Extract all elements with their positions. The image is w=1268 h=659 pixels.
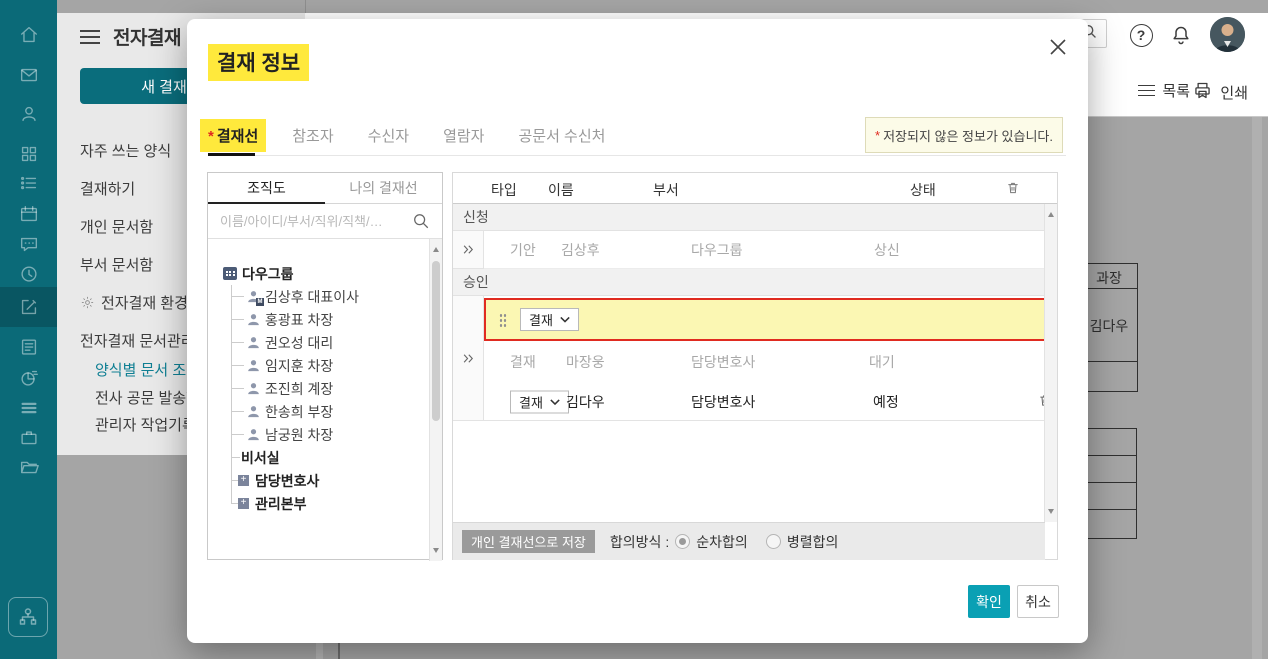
radio-icon[interactable] [766,534,781,549]
app-title: 전자결재 [113,23,181,50]
chat-icon[interactable] [0,227,57,261]
mail-icon[interactable] [0,58,57,92]
tasks-icon[interactable] [0,166,57,200]
tree-node-person[interactable]: 남궁원 차장 [208,423,429,446]
printer-icon [1192,80,1213,105]
tab-official-recipient[interactable]: 공문서 수신처 [510,119,613,152]
agreement-method-label: 합의방식 [610,532,662,552]
dim-top-strip [57,0,1268,13]
tab-orgchart[interactable]: 조직도 [208,173,325,204]
tab-recipient[interactable]: 수신자 [360,119,417,152]
tree-node-person[interactable]: 권오성 대리 [208,331,429,354]
compose-icon[interactable] [0,287,57,327]
approval-row-pending[interactable]: 결재 마장웅 담당변호사 대기 [484,341,1045,383]
tree-node-dept[interactable]: 비서실 [208,446,429,469]
tree-node-company[interactable]: 다우그룹 [208,262,429,285]
modal-tabs: *결재선 참조자 수신자 열람자 공문서 수신처 [200,119,631,152]
tree-node-person[interactable]: 조진희 계장 [208,377,429,400]
tab-approval-line[interactable]: *결재선 [200,119,266,152]
company-icon [223,267,237,280]
tab-viewer[interactable]: 열람자 [435,119,492,152]
person-icon [246,404,261,419]
approval-type-select[interactable]: 결재 [520,308,579,331]
radio-sequential[interactable]: 순차합의 [675,532,748,552]
confirm-button[interactable]: 확인 [968,585,1010,618]
approval-table-panel: 타입 이름 부서 상태 신청 기안 김상후 다우그룹 상신 승인 [452,172,1058,560]
home-icon[interactable] [0,18,57,52]
menu-toggle-icon[interactable] [80,30,100,44]
org-tree-scrollbar[interactable] [429,239,442,561]
tabs-divider [208,155,1066,156]
clock-icon[interactable] [0,257,57,291]
list-view-button[interactable]: 목록 [1138,80,1190,101]
tree-node-dept[interactable]: + 관리본부 [208,492,429,515]
approval-table-header: 타입 이름 부서 상태 [453,173,1057,204]
search-icon[interactable] [412,212,430,235]
notification-bell-icon[interactable] [1168,22,1194,48]
tree-node-person[interactable]: M 김상후 대표이사 [208,285,429,308]
expand-icon[interactable]: + [238,498,249,509]
section-row-request: 신청 [453,204,1045,231]
approval-row-draft[interactable]: 기안 김상후 다우그룹 상신 [484,231,1045,269]
tree-node-person[interactable]: 임지훈 차장 [208,354,429,377]
modal-title: 결재 정보 [208,44,309,81]
report-icon[interactable] [0,361,57,395]
icon-rail [0,0,57,659]
expand-icon[interactable]: + [238,475,249,486]
radio-parallel[interactable]: 병렬합의 [766,532,839,552]
help-button[interactable]: ? [1128,22,1154,48]
radio-icon[interactable] [675,534,690,549]
section-row-approve: 승인 [453,269,1045,296]
drag-handle-icon[interactable] [499,313,507,327]
close-icon[interactable] [1045,34,1071,60]
org-tree: 다우그룹 M 김상후 대표이사 홍광표 차장 권오성 대리 임지훈 차장 [208,262,429,515]
board-icon[interactable] [0,330,57,364]
save-personal-line-button[interactable]: 개인 결재선으로 저장 [462,530,595,553]
background-scrollbar-bottom [316,643,323,659]
list-icon [1138,85,1155,97]
avatar[interactable] [1210,17,1245,52]
person-icon [246,312,261,327]
tree-node-person[interactable]: 홍광표 차장 [208,308,429,331]
stack-icon[interactable] [0,391,57,425]
gear-icon [80,295,95,310]
person-icon [246,335,261,350]
tab-reference[interactable]: 참조자 [284,119,341,152]
folder-icon[interactable] [0,450,57,484]
person-icon [246,381,261,396]
approval-table-scrollbar[interactable] [1044,204,1057,522]
app-root: 전자결재 새 결재 자주 쓰는 양식 결재하기 개인 문서함 부서 문서함 전자… [0,0,1268,659]
approval-type-select[interactable]: 결재 [510,390,569,413]
person-icon: M [246,289,261,304]
doc-edge-line [338,643,340,659]
approval-row-new-highlighted[interactable]: 결재 [484,298,1047,341]
tree-node-dept[interactable]: + 담당변호사 [208,469,429,492]
user-icon[interactable] [0,97,57,131]
orgchart-icon[interactable] [8,597,48,637]
print-button[interactable]: 인쇄 [1192,80,1248,105]
calendar-icon[interactable] [0,197,57,231]
unsaved-notice: *저장되지 않은 정보가 있습니다. [865,117,1063,153]
tab-my-approval-line[interactable]: 나의 결재선 [325,173,442,204]
trash-icon[interactable] [1005,180,1021,199]
background-scrollbar[interactable] [1252,117,1262,659]
group-expand-approve[interactable] [453,296,484,421]
cancel-button[interactable]: 취소 [1017,585,1059,618]
group-expand-request[interactable] [453,231,484,269]
approval-info-modal: 결재 정보 *결재선 참조자 수신자 열람자 공문서 수신처 *저장되지 않은 … [187,19,1088,643]
tree-node-person[interactable]: 한송희 부장 [208,400,429,423]
approval-footer: 개인 결재선으로 저장 합의방식 : 순차합의 병렬합의 [453,522,1045,560]
org-search-input[interactable] [220,214,400,229]
approval-row-scheduled[interactable]: 결재 김다우 담당변호사 예정 [484,383,1045,421]
active-tab-underline [208,153,255,156]
manager-badge: M [256,298,264,306]
person-icon [246,358,261,373]
person-icon [246,427,261,442]
org-panel: 조직도 나의 결재선 다우그룹 [207,172,443,560]
